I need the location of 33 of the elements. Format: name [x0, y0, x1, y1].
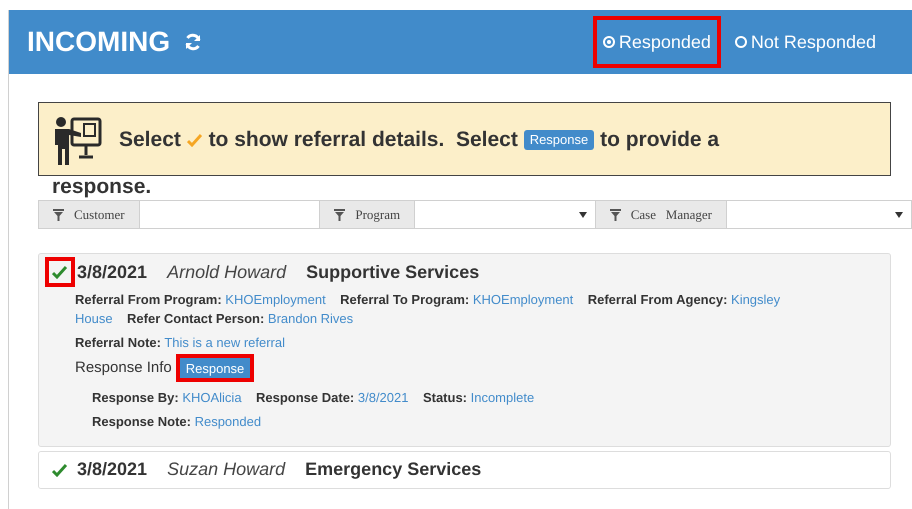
referral-date: 3/8/2021 [77, 260, 148, 284]
detail-text: Referral From Program: KHOEmployment Referral To Program: KHOEmployment Referral From Agency: Kingsley House Refer Contact Person: Brandon Rives [75, 291, 782, 328]
detail-text: Response By: KHOAlicia Response Date: 3/8/2021 Status: Incomplete [92, 388, 536, 406]
response-badge: Response [524, 130, 594, 150]
page-title: INCOMING [27, 25, 170, 59]
instruction-text: Select [119, 128, 181, 151]
section-title: Response Info [75, 358, 172, 378]
instruction-text: to provide a [600, 128, 720, 151]
instruction-text: response. [52, 175, 152, 198]
filter-icon[interactable] [610, 208, 621, 220]
dropdown-arrow-icon [578, 212, 587, 218]
client-name: Suzan Howard [167, 458, 286, 481]
client-name: Arnold Howard [167, 260, 286, 284]
referral-date: 3/8/2021 [77, 458, 148, 481]
filter-label: Program [355, 206, 400, 224]
filter-icon[interactable] [53, 208, 64, 220]
detail-text: Referral Note: This is a new referral [75, 334, 286, 352]
refresh-icon[interactable] [184, 33, 202, 51]
filter-label: Case Manager [630, 206, 712, 224]
filter-input[interactable] [140, 201, 320, 228]
check-icon [186, 133, 203, 147]
service-name: Emergency Services [305, 458, 482, 481]
detail-text: Response Note: Responded [92, 412, 262, 430]
check-icon [52, 265, 68, 279]
instruction-text: to show referral details. Select [208, 128, 518, 151]
filter-radio[interactable]: Not Responded [724, 16, 886, 68]
dropdown-arrow-icon [895, 212, 904, 218]
service-name: Supportive Services [306, 260, 480, 284]
filter-icon[interactable] [334, 208, 346, 220]
filter-label: Customer [74, 206, 125, 224]
check-icon [52, 462, 68, 476]
filter-radio[interactable]: Responded [592, 16, 721, 68]
response-button[interactable]: Response [180, 358, 250, 378]
